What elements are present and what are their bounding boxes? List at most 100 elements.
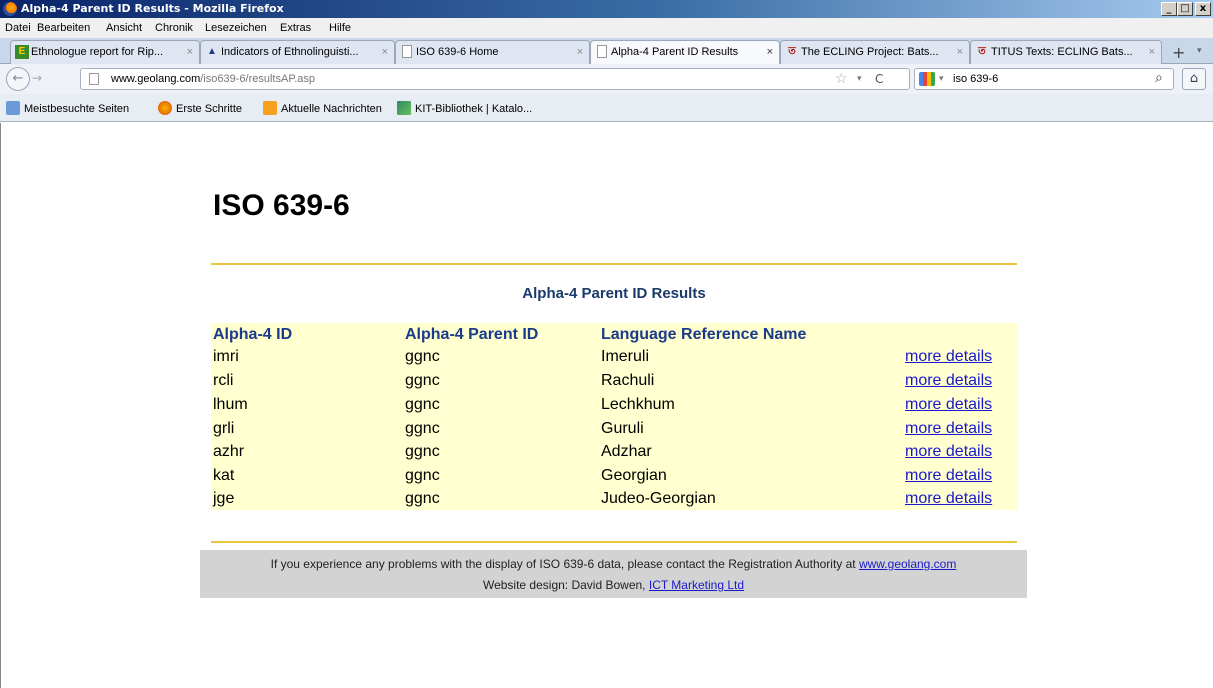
title-bar: Alpha-4 Parent ID Results - Mozilla Fire…	[0, 0, 1213, 18]
tab-ecling-project[interactable]: ত The ECLING Project: Bats... ×	[780, 40, 970, 64]
bookmarks-folder-icon	[6, 101, 20, 115]
column-header-alpha4-id: Alpha-4 ID	[213, 326, 293, 343]
tab-close-icon[interactable]: ×	[957, 41, 963, 63]
alpha4-id-cell: azhr	[213, 443, 245, 460]
table-row: azhr ggnc Adzhar more details	[211, 440, 1017, 463]
firefox-logo-icon	[158, 101, 172, 115]
ethnologue-icon: E	[15, 45, 29, 59]
more-details-link[interactable]: more details	[905, 487, 992, 510]
reference-name-cell: Lechkhum	[601, 396, 675, 413]
forward-arrow-icon[interactable]: →	[32, 71, 42, 85]
tab-label: ISO 639-6 Home	[416, 46, 499, 58]
menu-hilfe[interactable]: Hilfe	[329, 22, 351, 34]
page-identity-icon[interactable]	[89, 73, 99, 85]
navigation-bar: ← → www.geolang.com/iso639-6/resultsAP.a…	[0, 64, 1213, 94]
bookmark-erste-schritte[interactable]: Erste Schritte	[158, 101, 242, 115]
more-details-link[interactable]: more details	[905, 393, 992, 416]
table-row: jge ggnc Judeo-Georgian more details	[211, 487, 1017, 510]
bookmark-label: Meistbesuchte Seiten	[24, 103, 130, 115]
rss-feed-icon	[263, 101, 277, 115]
search-box[interactable]: ▾ iso 639-6 ⌕	[914, 68, 1174, 90]
tab-label: TITUS Texts: ECLING Bats...	[991, 46, 1133, 58]
parent-id-cell: ggnc	[405, 490, 440, 507]
alpha4-id-cell: rcli	[213, 372, 234, 389]
alpha4-id-cell: lhum	[213, 396, 248, 413]
search-icon[interactable]: ⌕	[1155, 70, 1163, 86]
column-header-reference-name: Language Reference Name	[601, 326, 807, 343]
bookmark-kit-bibliothek[interactable]: KIT-Bibliothek | Katalo...	[397, 101, 532, 115]
geolang-link[interactable]: www.geolang.com	[859, 557, 956, 571]
page-icon	[597, 45, 607, 58]
tab-close-icon[interactable]: ×	[382, 41, 388, 63]
url-bar[interactable]: www.geolang.com/iso639-6/resultsAP.asp ☆…	[80, 68, 910, 90]
parent-id-cell: ggnc	[405, 443, 440, 460]
parent-id-cell: ggnc	[405, 372, 440, 389]
tab-ethnologue[interactable]: E Ethnologue report for Rip... ×	[10, 40, 200, 64]
google-logo-icon[interactable]	[919, 72, 935, 86]
reference-name-cell: Imeruli	[601, 348, 650, 365]
footer-contact-line: If you experience any problems with the …	[200, 550, 1027, 571]
table-row: imri ggnc Imeruli more details	[211, 345, 1017, 368]
tab-close-icon[interactable]: ×	[577, 41, 583, 63]
menu-ansicht[interactable]: Ansicht	[106, 22, 142, 34]
results-table: Alpha-4 ID Alpha-4 Parent ID Language Re…	[211, 323, 1017, 510]
tab-indicators[interactable]: ▲ Indicators of Ethnolinguisti... ×	[200, 40, 395, 64]
reference-name-cell: Judeo-Georgian	[601, 490, 716, 507]
url-domain: www.geolang.com	[111, 73, 201, 85]
column-header-parent-id: Alpha-4 Parent ID	[405, 326, 539, 343]
more-details-link[interactable]: more details	[905, 440, 992, 463]
tab-iso-home[interactable]: ISO 639-6 Home ×	[395, 40, 590, 64]
more-details-link[interactable]: more details	[905, 417, 992, 440]
footer-contact-text: If you experience any problems with the …	[270, 557, 856, 571]
close-button[interactable]: x	[1195, 2, 1211, 16]
alpha4-id-cell: imri	[213, 348, 239, 365]
new-tab-plus-icon[interactable]: +	[1172, 43, 1185, 62]
menu-extras[interactable]: Extras	[280, 22, 311, 34]
ict-marketing-link[interactable]: ICT Marketing Ltd	[649, 578, 744, 592]
bookmark-star-icon[interactable]: ☆	[835, 71, 848, 87]
tab-label: Ethnologue report for Rip...	[31, 46, 164, 58]
menu-datei[interactable]: Datei	[5, 22, 31, 34]
tab-titus-texts[interactable]: ত TITUS Texts: ECLING Bats... ×	[970, 40, 1162, 64]
triangle-logo-icon: ▲	[207, 46, 217, 57]
reference-name-cell: Guruli	[601, 420, 644, 437]
tab-label: Indicators of Ethnolinguisti...	[221, 46, 359, 58]
divider	[211, 263, 1017, 265]
table-row: kat ggnc Georgian more details	[211, 464, 1017, 487]
bookmark-meistbesuchte[interactable]: Meistbesuchte Seiten	[6, 101, 129, 115]
alpha4-id-cell: kat	[213, 467, 235, 484]
history-chevron-down-icon[interactable]: ▾	[857, 74, 862, 84]
tab-alpha4-results[interactable]: Alpha-4 Parent ID Results ×	[590, 40, 780, 65]
tab-bar: E Ethnologue report for Rip... × ▲ Indic…	[0, 38, 1213, 65]
page-icon	[402, 45, 412, 58]
search-engine-chevron-down-icon[interactable]: ▾	[939, 74, 944, 84]
browser-window: Alpha-4 Parent ID Results - Mozilla Fire…	[0, 0, 1213, 688]
bookmarks-bar: Meistbesuchte Seiten Erste Schritte Aktu…	[0, 94, 1213, 122]
tab-list-chevron-down-icon[interactable]: ▾	[1197, 46, 1202, 56]
minimize-button[interactable]: _	[1161, 2, 1177, 16]
parent-id-cell: ggnc	[405, 467, 440, 484]
results-title: Alpha-4 Parent ID Results	[522, 285, 706, 302]
menu-chronik[interactable]: Chronik	[155, 22, 193, 34]
more-details-link[interactable]: more details	[905, 345, 992, 368]
tab-close-icon[interactable]: ×	[187, 41, 193, 63]
tab-close-icon[interactable]: ×	[767, 41, 773, 63]
maximize-button[interactable]: □	[1177, 2, 1193, 16]
menu-bearbeiten[interactable]: Bearbeiten	[37, 22, 90, 34]
footer-credit-text: Website design: David Bowen,	[482, 578, 646, 592]
url-path: /iso639-6/resultsAP.asp	[200, 73, 316, 85]
divider	[211, 541, 1017, 543]
table-row: lhum ggnc Lechkhum more details	[211, 393, 1017, 416]
page-content: ISO 639-6 Alpha-4 Parent ID Results Alph…	[0, 123, 1213, 688]
alpha4-id-cell: grli	[213, 420, 235, 437]
reload-icon[interactable]: C	[875, 72, 883, 86]
more-details-link[interactable]: more details	[905, 464, 992, 487]
back-arrow-icon[interactable]: ←	[6, 67, 30, 91]
search-input[interactable]: iso 639-6	[953, 73, 998, 85]
more-details-link[interactable]: more details	[905, 369, 992, 392]
home-icon[interactable]: ⌂	[1182, 68, 1206, 90]
tab-close-icon[interactable]: ×	[1149, 41, 1155, 63]
menu-lesezeichen[interactable]: Lesezeichen	[205, 22, 267, 34]
parent-id-cell: ggnc	[405, 396, 440, 413]
bookmark-aktuelle-nachrichten[interactable]: Aktuelle Nachrichten	[263, 101, 382, 115]
